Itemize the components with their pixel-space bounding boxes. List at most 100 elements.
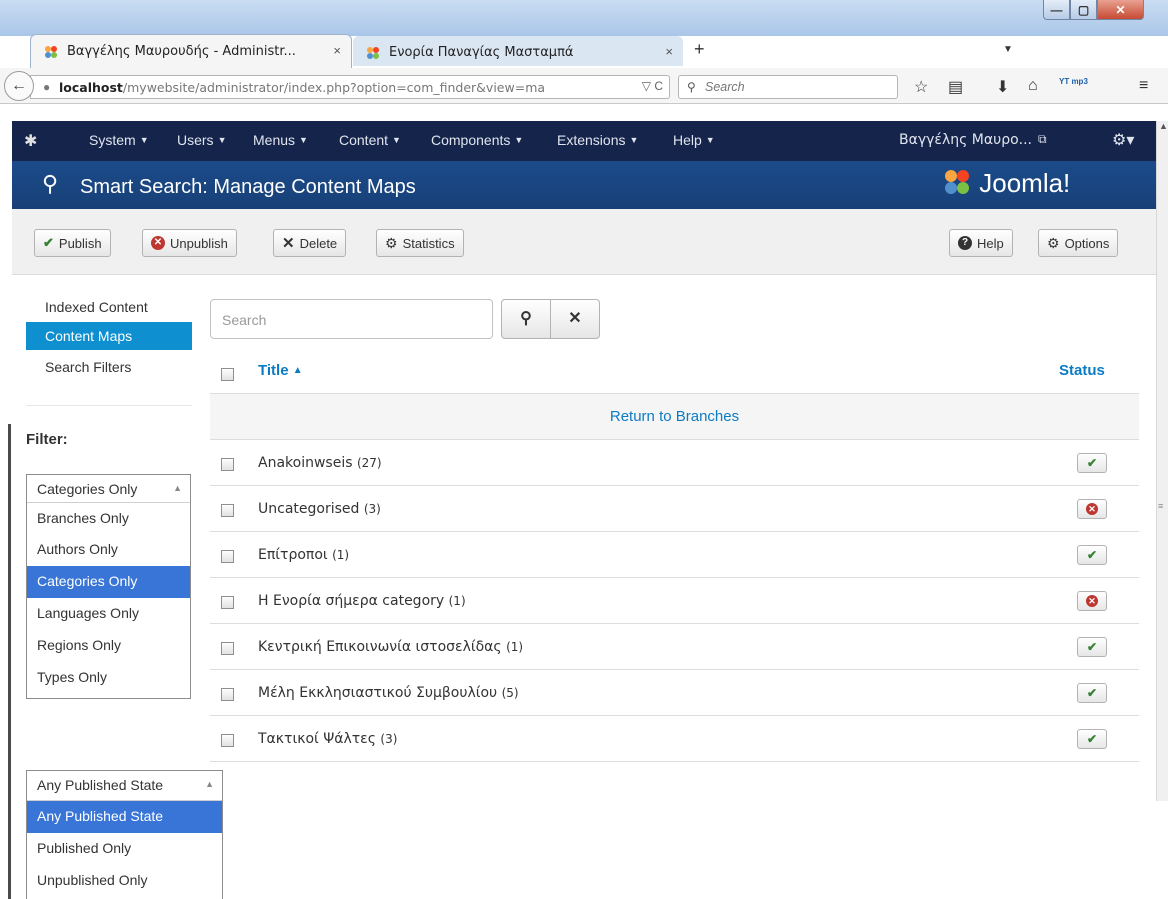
search-zoom-icon: ⚲ bbox=[42, 171, 59, 196]
status-unpublished-button[interactable]: ✕ bbox=[1077, 499, 1107, 519]
status-published-button[interactable]: ✔ bbox=[1077, 729, 1107, 749]
table-bottom-border bbox=[210, 761, 1139, 762]
left-edge bbox=[0, 104, 12, 899]
window-titlebar bbox=[0, 0, 1168, 36]
row-checkbox[interactable] bbox=[221, 734, 234, 747]
tab-close-icon[interactable]: × bbox=[333, 43, 341, 58]
row-title: Τακτικοί Ψάλτες (3) bbox=[258, 731, 398, 747]
check-icon: ✔ bbox=[1086, 456, 1098, 470]
table-row: Uncategorised (3) ✕ bbox=[210, 485, 1139, 531]
search-button[interactable]: ⚲ bbox=[501, 299, 551, 339]
return-to-branches-link[interactable]: Return to Branches bbox=[210, 408, 1139, 425]
select-option[interactable]: Published Only bbox=[27, 833, 222, 865]
browser-search-input[interactable]: ⚲ Search bbox=[678, 75, 898, 99]
type-filter-select[interactable]: Categories Only ▲ Branches Only Authors O… bbox=[26, 474, 191, 699]
select-option[interactable]: Regions Only bbox=[27, 630, 190, 662]
menu-help[interactable]: Help ▼ bbox=[673, 132, 715, 148]
status-published-button[interactable]: ✔ bbox=[1077, 637, 1107, 657]
select-option[interactable]: Branches Only bbox=[27, 503, 190, 534]
scroll-grip-icon[interactable]: ≡ bbox=[1158, 501, 1163, 511]
search-icon: ⚲ bbox=[687, 80, 696, 94]
select-option-selected[interactable]: Any Published State bbox=[27, 801, 222, 833]
yt-mp3-addon-icon[interactable]: YT mp3 bbox=[1059, 77, 1088, 86]
row-checkbox[interactable] bbox=[221, 688, 234, 701]
url-host: localhost bbox=[59, 80, 123, 95]
row-checkbox[interactable] bbox=[221, 550, 234, 563]
home-icon[interactable]: ⌂ bbox=[1028, 77, 1038, 95]
sidebar-item-search-filters[interactable]: Search Filters bbox=[26, 353, 192, 381]
statistics-button[interactable]: ⚙ Statistics bbox=[376, 229, 464, 257]
caret-up-icon: ▲ bbox=[173, 483, 182, 493]
joomla-menu-logo-icon[interactable]: ✱ bbox=[24, 131, 37, 151]
download-icon[interactable]: ⬇ bbox=[996, 77, 1009, 97]
url-bar[interactable]: ● localhost/mywebsite/administrator/inde… bbox=[30, 75, 670, 99]
unpublish-button[interactable]: ✕ Unpublish bbox=[142, 229, 237, 257]
menu-menus[interactable]: Menus ▼ bbox=[253, 132, 308, 148]
table-row: Κεντρική Επικοινωνία ιστοσελίδας (1) ✔ bbox=[210, 623, 1139, 669]
state-filter-select[interactable]: Any Published State ▲ Any Published State… bbox=[26, 770, 223, 899]
new-tab-button[interactable]: + bbox=[694, 39, 705, 60]
column-header-status[interactable]: Status bbox=[1059, 362, 1105, 379]
state-filter-selected[interactable]: Any Published State ▲ bbox=[27, 771, 222, 801]
joomla-top-menu: ✱ System ▼ Users ▼ Menus ▼ Content ▼ Compone… bbox=[12, 121, 1156, 161]
site-info-icon[interactable]: ● bbox=[43, 80, 50, 94]
check-icon: ✔ bbox=[1086, 640, 1098, 654]
user-menu[interactable]: Βαγγέλης Μαυρο... bbox=[899, 132, 1032, 148]
back-button[interactable]: ← bbox=[4, 71, 34, 101]
type-filter-selected[interactable]: Categories Only ▲ bbox=[27, 475, 190, 503]
menu-users[interactable]: Users ▼ bbox=[177, 132, 226, 148]
bookmark-star-icon[interactable]: ☆ bbox=[914, 77, 928, 97]
gear-icon: ⚙ bbox=[1047, 234, 1060, 251]
clear-search-button[interactable]: ✕ bbox=[550, 299, 600, 339]
reading-list-icon[interactable]: ▤ bbox=[948, 77, 963, 97]
row-title: Κεντρική Επικοινωνία ιστοσελίδας (1) bbox=[258, 639, 524, 655]
options-button[interactable]: ⚙ Options bbox=[1038, 229, 1119, 257]
publish-button[interactable]: ✔ Publish bbox=[34, 229, 111, 257]
tab-inactive[interactable]: Ενορία Παναγίας Μασταμπά × bbox=[353, 36, 683, 66]
minimize-button[interactable]: — bbox=[1043, 0, 1070, 20]
menu-content[interactable]: Content ▼ bbox=[339, 132, 401, 148]
search-input[interactable]: Search bbox=[210, 299, 493, 339]
status-unpublished-button[interactable]: ✕ bbox=[1077, 591, 1107, 611]
scroll-up-icon[interactable]: ▲ bbox=[1159, 121, 1168, 131]
column-header-title[interactable]: Title ▲ bbox=[258, 362, 303, 379]
vertical-scrollbar[interactable]: ▲ ≡ bbox=[1156, 121, 1168, 801]
row-checkbox[interactable] bbox=[221, 458, 234, 471]
delete-button[interactable]: ✕ Delete bbox=[273, 229, 347, 257]
maximize-button[interactable]: ▢ bbox=[1070, 0, 1097, 20]
menu-system[interactable]: System ▼ bbox=[89, 132, 149, 148]
status-published-button[interactable]: ✔ bbox=[1077, 545, 1107, 565]
return-row: Return to Branches bbox=[210, 393, 1139, 439]
row-title: Μέλη Εκκλησιαστικού Συμβουλίου (5) bbox=[258, 685, 519, 701]
row-checkbox[interactable] bbox=[221, 596, 234, 609]
unpublish-icon: ✕ bbox=[1086, 503, 1098, 515]
status-published-button[interactable]: ✔ bbox=[1077, 683, 1107, 703]
sidebar-item-content-maps[interactable]: Content Maps bbox=[26, 322, 192, 350]
sidebar-item-indexed-content[interactable]: Indexed Content bbox=[26, 293, 192, 321]
tab-title: Ενορία Παναγίας Μασταμπά bbox=[389, 45, 574, 60]
settings-gear-icon[interactable]: ⚙▾ bbox=[1112, 130, 1134, 150]
menu-icon[interactable]: ≡ bbox=[1139, 77, 1148, 95]
search-placeholder: Search bbox=[222, 312, 267, 328]
tab-active[interactable]: Βαγγέλης Μαυρουδής - Administr... × bbox=[30, 34, 352, 68]
select-option[interactable]: Unpublished Only bbox=[27, 865, 222, 897]
help-button[interactable]: ? Help bbox=[949, 229, 1013, 257]
tab-close-icon[interactable]: × bbox=[665, 44, 673, 59]
external-link-icon[interactable]: ⧉ bbox=[1038, 132, 1047, 147]
select-option[interactable]: Authors Only bbox=[27, 534, 190, 566]
close-window-button[interactable]: ✕ bbox=[1097, 0, 1144, 20]
menu-components[interactable]: Components ▼ bbox=[431, 132, 523, 148]
row-checkbox[interactable] bbox=[221, 504, 234, 517]
select-all-checkbox[interactable] bbox=[221, 368, 234, 381]
tab-list-dropdown-icon[interactable]: ▼ bbox=[1003, 44, 1013, 55]
menu-extensions[interactable]: Extensions ▼ bbox=[557, 132, 638, 148]
select-option-selected[interactable]: Categories Only bbox=[27, 566, 190, 598]
status-published-button[interactable]: ✔ bbox=[1077, 453, 1107, 473]
url-path: /mywebsite/administrator/index.php?optio… bbox=[122, 80, 546, 95]
caret-up-icon: ▲ bbox=[205, 779, 214, 789]
reload-icon[interactable]: ▽ C bbox=[642, 79, 663, 93]
row-checkbox[interactable] bbox=[221, 642, 234, 655]
joomla-logo-icon bbox=[945, 170, 969, 194]
select-option[interactable]: Languages Only bbox=[27, 598, 190, 630]
select-option[interactable]: Types Only bbox=[27, 662, 190, 694]
